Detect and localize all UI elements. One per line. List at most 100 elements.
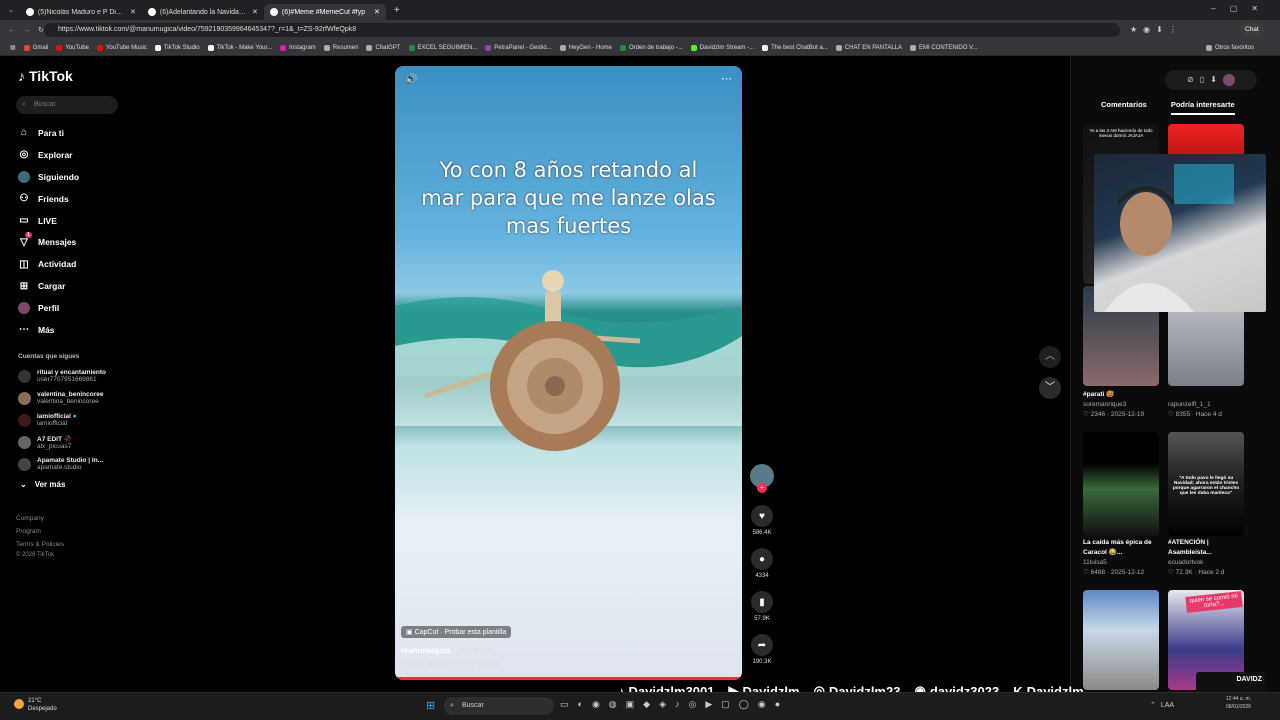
bookmark-item[interactable]: ChatGPT bbox=[366, 44, 401, 51]
bookmark-item[interactable]: Resumen bbox=[323, 44, 358, 51]
bookmark-item[interactable]: Davidzlm Stream -... bbox=[690, 44, 754, 51]
search-input[interactable]: ⌕ Buscar bbox=[16, 96, 118, 114]
bookmark-item[interactable]: HeyGen - Home bbox=[559, 44, 612, 51]
new-tab-button[interactable]: + bbox=[394, 5, 400, 16]
footer-link[interactable]: Company bbox=[16, 512, 64, 525]
bookmark-item[interactable]: YouTube bbox=[56, 44, 89, 51]
sidebar-item-para-ti[interactable]: ⌂ Para ti bbox=[18, 122, 148, 144]
video-thumbnail[interactable]: "A todo pavo le llegó su Navidad; ahora … bbox=[1168, 432, 1244, 536]
chevron-down-icon: ⌄ bbox=[20, 480, 27, 489]
footer-link[interactable]: Terms & Policies bbox=[16, 538, 64, 551]
following-item[interactable]: ritual y encantamiento user7707951669861 bbox=[18, 365, 138, 387]
home-icon: ⌂ bbox=[20, 127, 28, 139]
footer-link[interactable]: Program bbox=[16, 525, 64, 538]
bookmark-item[interactable]: Instagram bbox=[280, 44, 316, 51]
video-card-info[interactable]: rapunzelfl_1_1 ♡ 8355 · Hace 4 d bbox=[1168, 400, 1250, 420]
sidebar-item-mas[interactable]: ⋯ Más bbox=[18, 319, 148, 341]
close-icon[interactable]: ✕ bbox=[130, 8, 136, 16]
upload-icon: ⊞ bbox=[19, 280, 29, 292]
capcut-template-link[interactable]: ▣ CapCut · Probar esta plantilla bbox=[401, 626, 512, 638]
tab-search-icon[interactable]: ⌄ bbox=[8, 6, 14, 14]
comment-button[interactable]: ● 4334 bbox=[750, 548, 774, 579]
bookmark-item[interactable]: TikTok - Make Your... bbox=[207, 44, 272, 51]
window-controls[interactable]: –▢✕ bbox=[1211, 4, 1272, 13]
bookmark-item[interactable]: EXCEL SEGUIMIEN... bbox=[408, 44, 477, 51]
video-thumbnail[interactable] bbox=[1083, 432, 1159, 536]
previous-video-button[interactable]: ︿ bbox=[1039, 346, 1061, 368]
save-count: 57.9K bbox=[754, 616, 770, 622]
sidebar-item-mensajes[interactable]: ▽ 1 Mensajes bbox=[18, 231, 148, 253]
url-bar[interactable]: https://www.tiktok.com/@manumugica/video… bbox=[44, 23, 1120, 37]
bookmarks-bar: ▦ Gmail YouTube YouTube Music TikTok Stu… bbox=[0, 40, 1280, 56]
sidebar-item-friends[interactable]: ⚇ Friends bbox=[18, 188, 148, 210]
chevron-down-icon: ﹀ bbox=[1045, 382, 1055, 393]
share-button[interactable]: ➦ 190.3K bbox=[750, 634, 774, 665]
following-item[interactable]: valentina_benincoree valentina_benincoree bbox=[18, 387, 138, 409]
sidebar-item-perfil[interactable]: Perfil bbox=[18, 297, 148, 319]
bookmark-item[interactable]: Orden de trabajo -... bbox=[620, 44, 683, 51]
bookmark-item[interactable]: CHAT EN PANTALLA bbox=[835, 44, 902, 51]
sidebar-item-cargar[interactable]: ⊞ Cargar bbox=[18, 275, 148, 297]
apps-icon[interactable]: ▦ bbox=[10, 44, 16, 51]
close-icon[interactable]: ✕ bbox=[374, 8, 380, 16]
sidebar-item-explorar[interactable]: ◎ Explorar bbox=[18, 144, 148, 166]
reload-icon[interactable]: ↻ bbox=[38, 26, 44, 34]
author-avatar-button[interactable]: + bbox=[750, 464, 774, 493]
like-button[interactable]: ♥ 586.4K bbox=[750, 505, 774, 536]
other-bookmarks[interactable]: Otros favoritos bbox=[1205, 44, 1254, 51]
next-video-button[interactable]: ﹀ bbox=[1039, 377, 1061, 399]
video-card-info[interactable]: #ATENCIÓN | Asambleísta... ecuadortvok ♡ 7… bbox=[1168, 538, 1250, 578]
browser-tab[interactable]: (6)Adelantando la Navidad! 🎄🎁✕ bbox=[142, 4, 264, 20]
browser-tab-bar: ⌄ (5)Nicolás Maduro e P Diddy: Um✕ (6)Ad… bbox=[0, 0, 1280, 20]
video-player[interactable]: 🔊 ⋯ Yo con 8 años retando al mar para qu… bbox=[395, 66, 742, 680]
video-thumbnail[interactable] bbox=[1083, 590, 1159, 690]
streamer-figure bbox=[1104, 164, 1234, 312]
taskbar-search[interactable]: ⌕ Buscar bbox=[444, 697, 554, 715]
bookmark-item[interactable]: The best ChatBot a... bbox=[762, 44, 828, 51]
forward-icon[interactable]: → bbox=[23, 27, 30, 34]
avatar-icon bbox=[18, 170, 30, 183]
video-card-info[interactable]: #parati 🥵 soremanrique3 ♡ 2346 · 2025-12-1… bbox=[1083, 390, 1165, 420]
system-tray[interactable]: ⌃LAA bbox=[1150, 701, 1174, 709]
bookmark-item[interactable]: PetraPanel - Gestió... bbox=[485, 44, 552, 51]
tiktok-logo[interactable]: ♪ TikTok bbox=[18, 68, 73, 84]
browser-tab-active[interactable]: (6)#Meme #MemeCut #fyp ✕ bbox=[263, 4, 386, 20]
video-card-info[interactable]: La caída más épica de Caracol 😂... 11luis… bbox=[1083, 538, 1165, 578]
extension-icons[interactable]: ★◉⬇⋮ bbox=[1130, 25, 1183, 34]
close-icon[interactable]: ✕ bbox=[252, 8, 258, 16]
bookmark-item[interactable]: YouTube Music bbox=[96, 44, 147, 51]
sidebar-item-live[interactable]: ▭ LIVE bbox=[18, 210, 148, 232]
bookmark-item[interactable]: Gmail bbox=[23, 44, 48, 51]
taskbar-apps[interactable]: ▭◐◉◍▣◆◈♪◎▶▢◯◉● bbox=[560, 699, 789, 710]
browser-tab[interactable]: (5)Nicolás Maduro e P Diddy: Um✕ bbox=[20, 4, 142, 20]
taskbar-clock[interactable]: 12:44 a. m. 08/01/2026 bbox=[1226, 695, 1251, 711]
following-header: Cuentas que sigues bbox=[18, 353, 80, 360]
bookmark-item[interactable]: EMI CONTENIDO V... bbox=[910, 44, 977, 51]
live-icon: ▭ bbox=[19, 215, 29, 226]
following-item[interactable]: A7 EDIT 🥀 alx_picuas7 bbox=[18, 431, 138, 453]
weather-widget[interactable]: 21°C Despejado bbox=[28, 697, 57, 713]
video-hashtags[interactable]: #Meme #MemeCut #fyp #parati bbox=[401, 662, 511, 669]
bookmark-item[interactable]: TikTok Studio bbox=[154, 44, 200, 51]
tab-comentarios[interactable]: Comentarios bbox=[1101, 100, 1147, 115]
capcut-icon: ▣ bbox=[406, 629, 413, 636]
panel-toolbar[interactable]: ⊘▯⬇ bbox=[1165, 70, 1257, 90]
tab-podria-interesarte[interactable]: Podría interesarte bbox=[1170, 100, 1235, 115]
panel-tabs: Comentarios Podría interesarte bbox=[1101, 100, 1235, 115]
following-item[interactable]: Apamate Studio | In... apamate.studio bbox=[18, 453, 138, 475]
windows-start-icon[interactable]: ⊞ bbox=[426, 699, 435, 712]
see-more-link[interactable]: ⌄ Ver más bbox=[20, 480, 65, 489]
video-author[interactable]: manumugica bbox=[401, 646, 450, 655]
save-button[interactable]: ▮ 57.9K bbox=[750, 591, 774, 622]
volume-icon[interactable]: 🔊 bbox=[405, 74, 417, 85]
follow-plus-icon[interactable]: + bbox=[757, 483, 767, 493]
following-item[interactable]: lamiofficial ● lamiofficial bbox=[18, 409, 138, 431]
video-progress-bar[interactable] bbox=[395, 677, 742, 680]
sidebar-item-siguiendo[interactable]: Siguiendo bbox=[18, 166, 148, 188]
back-icon[interactable]: ← bbox=[8, 27, 15, 34]
chat-button[interactable]: Chat bbox=[1240, 23, 1264, 37]
more-options-icon[interactable]: ⋯ bbox=[721, 72, 732, 85]
windows-taskbar: 21°C Despejado ⊞ ⌕ Buscar ▭◐◉◍▣◆◈♪◎▶▢◯◉● ⌃… bbox=[0, 692, 1280, 720]
profile-icon bbox=[18, 302, 30, 315]
sidebar-item-actividad[interactable]: ◫ Actividad bbox=[18, 253, 148, 275]
